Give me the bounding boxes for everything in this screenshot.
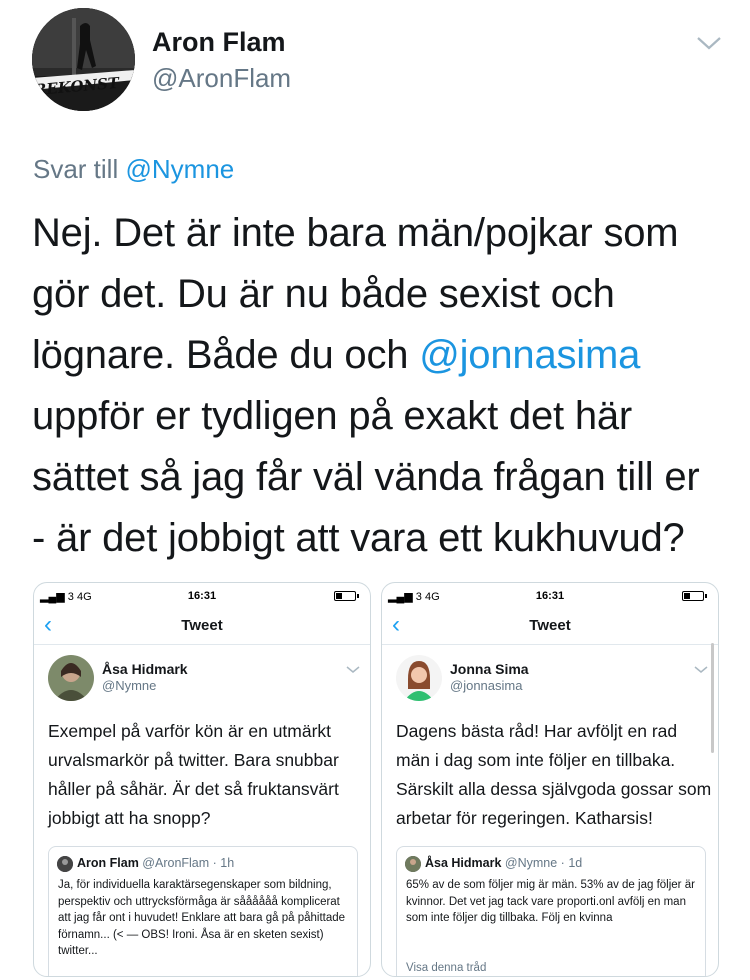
nav-title: Tweet — [529, 617, 571, 634]
author-handle[interactable]: @AronFlam — [152, 63, 291, 94]
battery-icon — [334, 591, 359, 601]
avatar — [48, 655, 94, 701]
author-avatar[interactable]: REKONST — [32, 8, 135, 111]
chevron-down-icon — [694, 666, 708, 673]
avatar — [57, 856, 73, 872]
status-time: 16:31 — [535, 590, 565, 602]
quoted-tweet: Aron Flam @AronFlam · 1h Ja, för individ… — [48, 846, 358, 976]
battery-icon — [682, 591, 707, 601]
screenshot-tweet-text: Dagens bästa råd! Har avföljt en rad män… — [396, 721, 712, 828]
quoted-tweet-header: Aron Flam @AronFlam · 1h — [77, 856, 235, 870]
quoted-tweet-text: Ja, för individuella karaktärsegenskaper… — [58, 879, 346, 958]
quoted-tweet-text: 65% av de som följer mig är män. 53% av … — [406, 879, 695, 925]
status-bar: ▂▄▆ 3 4G 16:31 — [382, 583, 718, 609]
tweet-text-part2: uppför er tydligen på exakt det här sätt… — [32, 394, 700, 560]
screenshot-author-name: Jonna Sima — [450, 661, 529, 677]
screenshot-author-handle: @jonnasima — [450, 678, 523, 693]
screenshot-author-name: Åsa Hidmark — [102, 661, 188, 677]
author-avatar-image: REKONST — [32, 8, 135, 111]
quoted-tweet: Åsa Hidmark @Nymne · 1d 65% av de som fö… — [396, 846, 706, 976]
show-thread-link: Visa denna tråd — [406, 962, 487, 974]
avatar — [405, 856, 421, 872]
status-bar: ▂▄▆ 3 4G 16:31 — [34, 583, 370, 609]
chevron-down-icon — [346, 666, 360, 673]
reply-context: Svar till @Nymne — [33, 154, 234, 185]
mention-link[interactable]: @jonnasima — [419, 333, 640, 377]
screenshot-tweet-text: Exempel på varför kön är en utmärkt urva… — [48, 721, 339, 828]
screenshot-author-handle: @Nymne — [102, 678, 157, 693]
nav-title: Tweet — [181, 617, 223, 634]
attached-image-1[interactable]: ▂▄▆ 3 4G 16:31 ‹ Tweet Åsa Hidmark @Nymn… — [33, 582, 371, 977]
reply-prefix: Svar till — [33, 154, 119, 184]
status-time: 16:31 — [187, 590, 217, 602]
avatar — [396, 655, 442, 701]
chevron-down-icon[interactable] — [696, 34, 722, 52]
attached-image-2[interactable]: ▂▄▆ 3 4G 16:31 ‹ Tweet Jonna Sima @jonna… — [381, 582, 719, 977]
nav-bar: ‹ Tweet — [34, 609, 370, 645]
quoted-tweet-header: Åsa Hidmark @Nymne · 1d — [425, 856, 583, 870]
nav-bar: ‹ Tweet — [382, 609, 718, 645]
reply-mention-link[interactable]: @Nymne — [125, 154, 234, 184]
tweet-text: Nej. Det är inte bara män/pojkar som gör… — [32, 203, 722, 569]
author-name[interactable]: Aron Flam — [152, 27, 286, 58]
